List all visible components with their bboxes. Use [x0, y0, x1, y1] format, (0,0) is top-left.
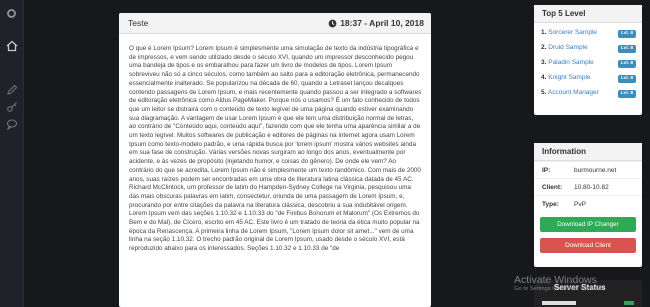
- clock-icon: [328, 19, 337, 28]
- type-value: PvP: [574, 200, 586, 208]
- rank-number: 1.: [541, 29, 547, 36]
- home-icon[interactable]: [6, 40, 18, 52]
- key-icon[interactable]: [6, 101, 18, 113]
- level-badge: Lvl. 8: [617, 60, 636, 68]
- server-status-indicator: [624, 301, 634, 305]
- ip-label: IP:: [542, 166, 551, 174]
- list-item[interactable]: 1. Sorcerer Sample Lvl. 8: [541, 29, 636, 38]
- top5-level-panel: Top 5 Level 1. Sorcerer Sample Lvl. 8 2.…: [534, 5, 642, 115]
- download-client-button[interactable]: Download Client: [540, 238, 636, 253]
- top5-panel-title: Top 5 Level: [534, 5, 642, 23]
- level-badge: Lvl. 8: [617, 30, 636, 38]
- player-link[interactable]: Sorcerer Sample: [548, 29, 597, 36]
- player-link[interactable]: Druid Sample: [548, 44, 587, 51]
- client-label: Client:: [542, 183, 563, 191]
- player-link[interactable]: Paladin Sample: [548, 59, 594, 66]
- timestamp-text: 18:37 - April 10, 2018: [340, 18, 424, 28]
- list-item[interactable]: 5. Account Manager Lvl. 8: [541, 89, 636, 98]
- list-item[interactable]: 4. Knight Sample Lvl. 8: [541, 74, 636, 83]
- left-icon-rail: [0, 0, 24, 307]
- client-row: Client: 10.80-10.82: [534, 178, 642, 195]
- windows-activation-watermark: Activate Windows Go to Settings to activ…: [514, 275, 606, 293]
- player-link[interactable]: Account Manager: [548, 89, 599, 96]
- download-ip-changer-button[interactable]: Download IP Changer: [540, 217, 636, 232]
- information-panel-title: Information: [534, 143, 642, 161]
- level-badge: Lvl. 8: [617, 90, 636, 98]
- news-post-title: Teste: [128, 18, 149, 28]
- news-post-header: Teste 18:37 - April 10, 2018: [119, 13, 431, 34]
- watermark-title: Activate Windows: [514, 274, 597, 286]
- news-post-body: O que é Lorem Ipsum? Lorem Ipsum é simpl…: [129, 45, 422, 253]
- player-link[interactable]: Knight Sample: [548, 74, 590, 81]
- type-label: Type:: [542, 200, 559, 208]
- rank-number: 4.: [541, 74, 547, 81]
- client-value: 10.80-10.82: [574, 183, 609, 191]
- list-item[interactable]: 2. Druid Sample Lvl. 8: [541, 44, 636, 53]
- level-badge: Lvl. 8: [617, 45, 636, 53]
- chat-icon[interactable]: [6, 118, 18, 130]
- pencil-icon[interactable]: [6, 84, 18, 96]
- server-status-bar: [542, 301, 576, 305]
- type-row: Type: PvP: [534, 195, 642, 212]
- rank-number: 5.: [541, 89, 547, 96]
- rank-number: 3.: [541, 59, 547, 66]
- news-post-timestamp: 18:37 - April 10, 2018: [328, 18, 424, 28]
- list-item[interactable]: 3. Paladin Sample Lvl. 8: [541, 59, 636, 68]
- watermark-subtitle: Go to Settings to activate Windows.: [514, 286, 606, 292]
- information-panel: Information IP: burmourne.net Client: 10…: [534, 143, 642, 267]
- level-badge: Lvl. 8: [617, 75, 636, 83]
- logo-icon[interactable]: [7, 9, 16, 18]
- news-post-card: Teste 18:37 - April 10, 2018 O que é Lor…: [119, 13, 431, 307]
- rank-number: 2.: [541, 44, 547, 51]
- ip-value: burmourne.net: [574, 166, 617, 174]
- ip-row: IP: burmourne.net: [534, 161, 642, 178]
